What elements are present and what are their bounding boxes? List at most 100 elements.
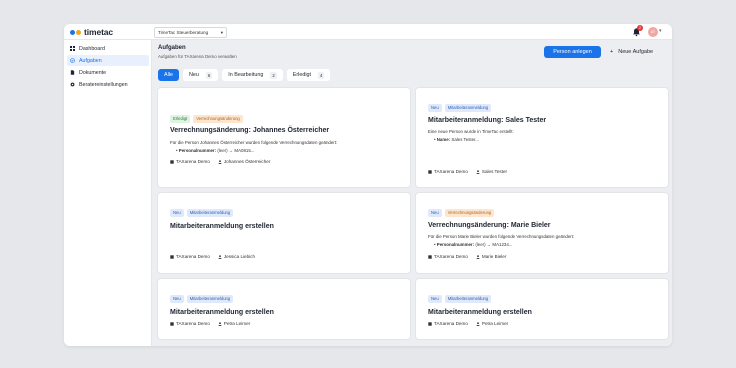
card-detail: • Personalnummer: (leer) → MA0815... — [176, 148, 255, 153]
company-select[interactable]: TimeTac Steuerberatung ▾ — [154, 27, 227, 38]
tab-label: In Bearbeitung — [228, 72, 264, 78]
building-icon — [170, 159, 174, 164]
type-badge: Verrechnungsänderung — [444, 209, 495, 217]
task-card[interactable]: Erledigt Verrechnungsänderung Verrechnun… — [158, 88, 410, 187]
document-icon — [70, 70, 75, 75]
tab-erledigt[interactable]: Erledigt 4 — [286, 69, 331, 81]
neue-aufgabe-button[interactable]: + Neue Aufgabe — [606, 46, 668, 58]
sidebar-item-beratereinstellungen[interactable]: Beratereinstellungen — [67, 79, 149, 90]
top-bar: timetac TimeTac Steuerberatung ▾ 2 AT ▾ — [64, 24, 672, 40]
detail-key: Personalnummer: — [436, 242, 475, 247]
company-name: TAXarena Demo — [176, 254, 210, 259]
type-badge: Mitarbeiteranmeldung — [444, 104, 492, 112]
tab-label: Erledigt — [292, 72, 312, 78]
person-icon — [476, 321, 480, 326]
card-company: TAXarena Demo — [428, 169, 468, 174]
building-icon — [428, 169, 432, 174]
logo[interactable]: timetac — [70, 27, 113, 37]
type-badge: Mitarbeiteranmeldung — [444, 295, 492, 303]
status-badge: Neu — [428, 209, 442, 217]
card-description: Eine neue Person wurde in TimeTac erstel… — [428, 129, 514, 134]
type-badge: Mitarbeiteranmeldung — [186, 295, 234, 303]
person-anlegen-button[interactable]: Person anlegen — [544, 46, 601, 58]
building-icon — [428, 254, 432, 259]
card-person: Jessica Liebich — [218, 254, 255, 259]
person-icon — [218, 159, 222, 164]
card-company: TAXarena Demo — [170, 321, 210, 326]
type-badge: Verrechnungsänderung — [193, 115, 243, 123]
card-title: Verrechnungsänderung: Marie Bieler — [428, 222, 551, 229]
chevron-down-icon[interactable]: ▾ — [659, 28, 662, 34]
card-description: Für die Person Marie Bieler wurden folge… — [428, 234, 575, 239]
card-title: Mitarbeiteranmeldung: Sales Tester — [428, 117, 547, 124]
card-company: TAXarena Demo — [170, 159, 210, 164]
plus-icon: + — [610, 49, 614, 55]
sidebar-item-aufgaben[interactable]: Aufgaben — [67, 55, 149, 66]
type-badge: Mitarbeiteranmeldung — [186, 209, 234, 217]
person-name: Jessica Liebich — [223, 254, 256, 259]
sidebar-item-dokumente[interactable]: Dokumente — [67, 67, 149, 78]
task-card[interactable]: Neu Mitarbeiteranmeldung Mitarbeiteranme… — [416, 279, 668, 339]
card-detail: • Personalnummer: (leer) → MA1234... — [434, 242, 513, 247]
tab-in-bearbeitung[interactable]: In Bearbeitung 2 — [222, 69, 283, 81]
notification-badge: 2 — [637, 25, 643, 31]
card-title: Mitarbeiteranmeldung erstellen — [170, 223, 274, 230]
detail-value: Sales Tester... — [451, 137, 479, 142]
person-icon — [476, 169, 480, 174]
neue-aufgabe-label: Neue Aufgabe — [618, 49, 654, 55]
avatar[interactable]: AT — [648, 27, 658, 37]
status-badge: Erledigt — [170, 115, 191, 123]
tab-neu[interactable]: Neu 6 — [183, 69, 219, 81]
company-name: TAXarena Demo — [434, 169, 468, 174]
card-description: Für die Person Johannes Österreicher wur… — [170, 140, 338, 145]
building-icon — [170, 254, 174, 259]
detail-key: Personalnummer: — [178, 148, 217, 153]
card-title: Verrechnungsänderung: Johannes Österreic… — [170, 127, 330, 134]
tab-label: Neu — [189, 72, 199, 78]
detail-value: (leer) → MA1234... — [475, 242, 513, 247]
check-circle-icon — [70, 58, 75, 63]
card-company: TAXarena Demo — [428, 321, 468, 326]
card-person: Petra Leimer — [476, 321, 508, 326]
task-card[interactable]: Neu Verrechnungsänderung Verrechnungsänd… — [416, 193, 668, 273]
company-select-value: TimeTac Steuerberatung — [158, 30, 209, 35]
task-card[interactable]: Neu Mitarbeiteranmeldung Mitarbeiteranme… — [416, 88, 668, 187]
tab-label: Alle — [164, 72, 173, 78]
building-icon — [170, 321, 174, 326]
page-subtitle: Aufgaben für TAXarena Demo verwalten — [158, 54, 237, 59]
card-person: Marie Bieler — [476, 254, 507, 259]
card-company: TAXarena Demo — [428, 254, 468, 259]
task-card[interactable]: Neu Mitarbeiteranmeldung Mitarbeiteranme… — [158, 193, 410, 273]
card-person: Sales Tester — [476, 169, 507, 174]
tab-alle[interactable]: Alle — [158, 69, 179, 81]
building-icon — [428, 321, 432, 326]
person-icon — [476, 254, 480, 259]
person-name: Sales Tester — [481, 169, 508, 174]
person-icon — [218, 254, 222, 259]
sidebar-item-label: Dashboard — [79, 45, 105, 52]
card-title: Mitarbeiteranmeldung erstellen — [170, 309, 274, 316]
tab-count: 4 — [318, 71, 325, 79]
company-name: TAXarena Demo — [176, 321, 210, 326]
sidebar-item-label: Aufgaben — [79, 57, 102, 64]
status-badge: Neu — [170, 295, 184, 303]
person-name: Petra Leimer — [481, 321, 509, 326]
card-title: Mitarbeiteranmeldung erstellen — [428, 309, 532, 316]
chevron-down-icon: ▾ — [220, 29, 223, 35]
detail-value: (leer) → MA0815... — [217, 148, 255, 153]
grid-icon — [70, 46, 75, 51]
status-badge: Neu — [428, 295, 442, 303]
logo-text: timetac — [84, 27, 114, 37]
person-name: Johannes Österreicher — [223, 159, 271, 164]
filter-tabs: Alle Neu 6 In Bearbeitung 2 Erledigt 4 — [158, 69, 331, 81]
status-badge: Neu — [170, 209, 184, 217]
task-card[interactable]: Neu Mitarbeiteranmeldung Mitarbeiteranme… — [158, 279, 410, 339]
gear-icon — [70, 82, 75, 87]
sidebar-item-dashboard[interactable]: Dashboard — [67, 43, 149, 54]
main-content: Aufgaben Aufgaben für TAXarena Demo verw… — [152, 40, 672, 346]
person-name: Marie Bieler — [481, 254, 507, 259]
tab-count: 2 — [270, 71, 277, 79]
company-name: TAXarena Demo — [434, 321, 468, 326]
person-icon — [218, 321, 222, 326]
company-name: TAXarena Demo — [176, 159, 210, 164]
